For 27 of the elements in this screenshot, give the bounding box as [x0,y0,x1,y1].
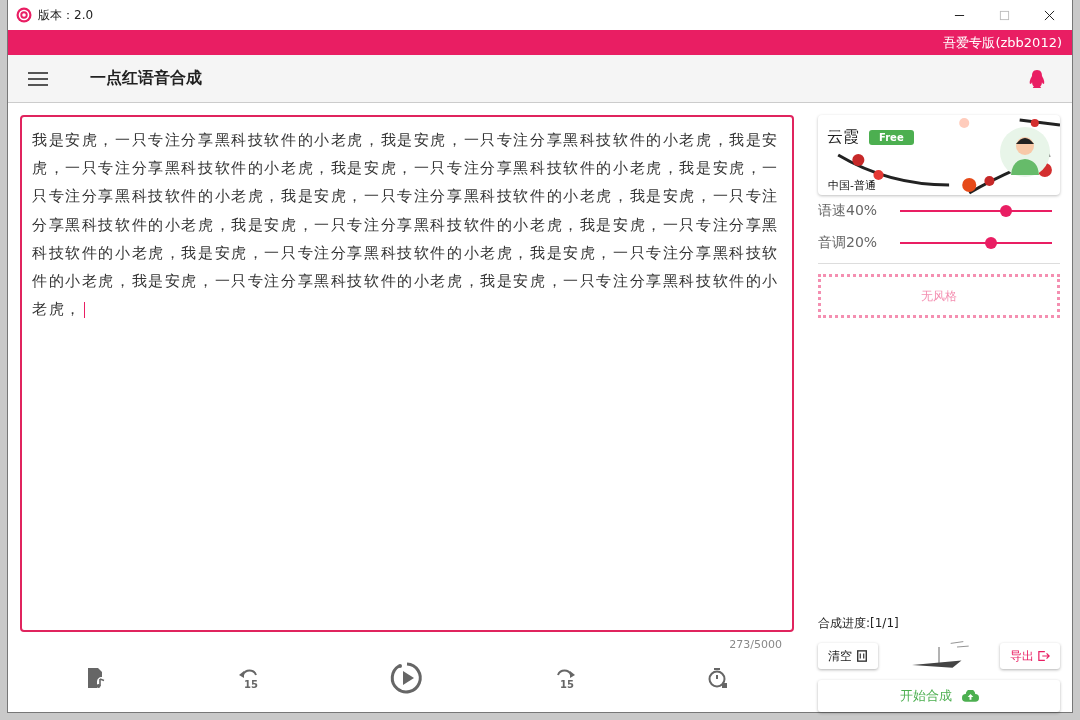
text-input-area[interactable] [20,115,794,632]
clear-button[interactable]: 清空 [818,643,878,669]
voice-card[interactable]: 云霞 Free 中国-普通 [818,115,1060,195]
start-synthesis-button[interactable]: 开始合成 [818,680,1060,712]
export-icon [1038,650,1050,662]
window-title: 版本：2.0 [38,6,94,24]
app-logo-icon [16,7,32,23]
slider-label: 音调20% [818,234,879,252]
cloud-upload-icon [961,690,979,702]
app-title: 一点红语音合成 [90,68,202,89]
character-count: 273/5000 [728,637,783,651]
voice-name: 云霞 [827,127,859,148]
timer-icon[interactable] [706,667,729,689]
avatar-silhouette-icon [1000,127,1050,177]
play-icon[interactable] [389,661,424,695]
slider-thumb[interactable] [1000,205,1013,217]
slider-label: 语速40% [818,202,879,220]
penguin-icon[interactable] [1028,68,1046,89]
edition-label: 吾爱专版(zbb2012) [943,33,1062,52]
editor-text: 我是安虎，一只专注分享黑科技软件的小老虎，我是安虎，一只专注分享黑科技软件的小老虎，我是安虎，一只专注分享黑科技软件的小老虎，我是安虎，一只专注分享黑科技软件的小老虎，我是安虎，一只专注分享黑科技软件的小老虎，我是安虎，一只专注分享黑科技软件的小老虎，我是安虎，一只专注分享黑科技软件的小老虎，我是安虎，一只专注分享黑科技软件的小老虎，我是安虎，一只专注分享黑科技软件的小老虎，我是安虎，一只专注分享黑科技软件的小老虎，我是安虎，一只专注分享黑科技软件的小老虎，我是安虎，一只专注分享黑科技软件的小老虎，我是安虎，一只专注分享黑科技软件的小老虎， [32,131,779,318]
free-badge: Free [869,130,914,145]
export-button[interactable]: 导出 [1000,643,1060,669]
close-icon[interactable] [1044,9,1055,21]
progress-label: 合成进度:[1/1] [818,615,900,632]
menu-icon[interactable] [28,71,48,86]
slider-thumb[interactable] [985,237,998,249]
voice-region: 中国-普通 [828,178,876,193]
